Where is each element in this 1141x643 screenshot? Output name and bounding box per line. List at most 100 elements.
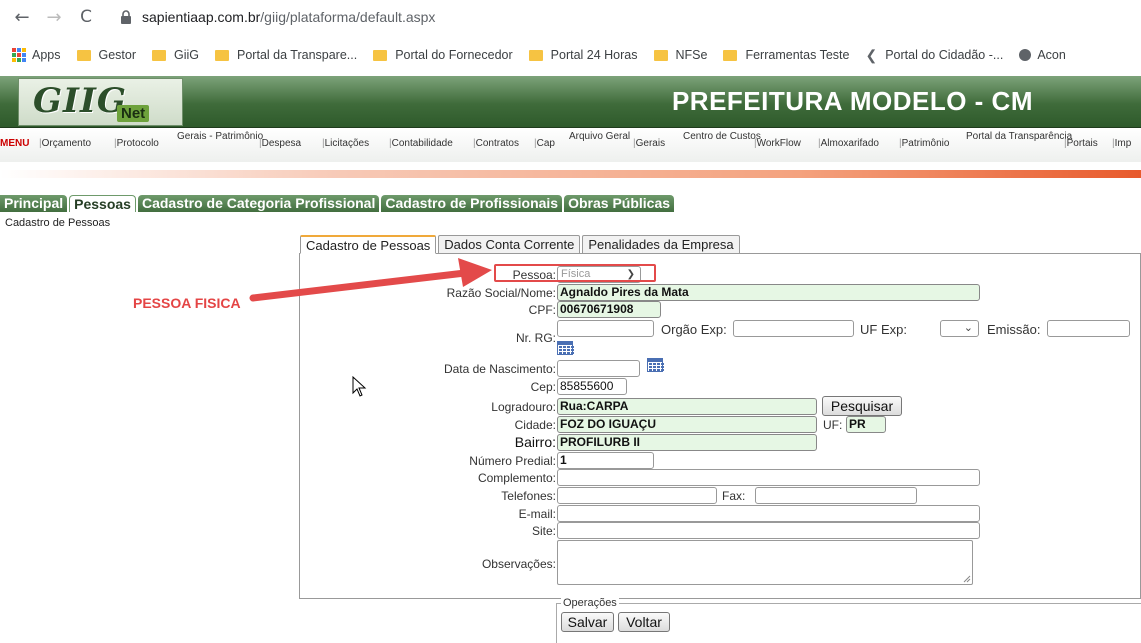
bookmark-label: Portal 24 Horas [550,48,638,62]
emissao-input[interactable] [1047,320,1130,337]
operations-legend: Operações [561,597,619,609]
menu-item-label: Patrimônio [901,138,950,149]
tab-profissionais[interactable]: Cadastro de Profissionais [381,195,563,212]
menu-item-centro-custos[interactable]: Centro de Custos [683,131,761,142]
bookmark-acon[interactable]: Acon [1019,48,1066,62]
razao-label: Razão Social/Nome: [446,286,556,300]
numero-predial-input[interactable]: 1 [557,452,654,469]
menu-item-label: Portal da Transparência [966,131,1073,142]
bairro-label: Bairro: [514,434,556,450]
browser-address-bar: ← → C sapientiaap.com.br/giig/plataforma… [0,0,1141,34]
nascimento-input[interactable] [557,360,640,377]
logradouro-input[interactable]: Rua:CARPA [557,398,817,415]
tab-pessoas[interactable]: Pessoas [69,195,136,212]
menu-item-arquivo-geral[interactable]: Arquivo Geral [569,131,630,142]
back-button[interactable]: ← [8,3,36,31]
bookmark-nfse[interactable]: NFSe [653,48,707,62]
menu-item-licitacoes[interactable]: |Licitações [322,138,369,149]
tab-dados-conta-corrente[interactable]: Dados Conta Corrente [438,235,581,254]
bookmark-portal-cidadao[interactable]: ❮ Portal do Cidadão -... [865,47,1003,64]
chevron-left-icon: ❮ [865,46,878,63]
bookmark-portal-fornecedor[interactable]: Portal do Fornecedor [373,48,513,62]
razao-social-input[interactable]: Agnaldo Pires da Mata [557,284,980,301]
giig-logo[interactable]: GIIG Net [18,78,183,126]
uf-input[interactable]: PR [846,416,886,433]
observacoes-textarea[interactable] [557,540,973,585]
menu-item-cap[interactable]: |Cap [534,138,555,149]
menu-item-workflow[interactable]: |WorkFlow [754,138,801,149]
calendar-icon[interactable] [557,341,574,355]
menu-item-gerais[interactable]: |Gerais [633,138,665,149]
pesquisar-button[interactable]: Pesquisar [822,396,902,416]
bookmark-ferramentas-teste[interactable]: Ferramentas Teste [723,48,849,62]
fax-label: Fax: [722,489,746,503]
app-header: GIIG Net PREFEITURA MODELO - CM [0,76,1141,128]
cpf-input[interactable]: 00670671908 [557,301,661,318]
annotation-highlight-box [494,264,656,282]
menu-item-contratos[interactable]: |Contratos [473,138,519,149]
resize-handle-icon[interactable] [963,575,971,583]
bookmark-gestor[interactable]: Gestor [76,48,136,62]
folder-icon [528,49,543,61]
orgao-exp-label: Orgão Exp: [661,322,727,337]
fax-input[interactable] [755,487,917,504]
bairro-input[interactable]: PROFILURB II [557,434,817,451]
save-button[interactable]: Salvar [561,612,614,632]
telefones-input[interactable] [557,487,717,504]
cpf-label: CPF: [528,303,556,317]
orgao-exp-input[interactable] [733,320,854,337]
menu-item-almoxarifado[interactable]: |Almoxarifado [818,138,879,149]
telefones-label: Telefones: [501,489,556,503]
email-input[interactable] [557,505,980,522]
reload-button[interactable]: C [72,3,100,31]
accent-divider [0,170,1141,178]
logradouro-label: Logradouro: [491,400,556,414]
chevron-down-icon: ⌄ [963,322,973,334]
email-label: E-mail: [518,507,556,521]
complemento-input[interactable] [557,469,980,486]
menu-item-label: Cap [536,138,555,149]
site-input[interactable] [557,522,980,539]
annotation-label: PESSOA FISICA [133,295,241,311]
menu-item-orcamento[interactable]: |Orçamento [39,138,91,149]
tab-principal[interactable]: Principal [0,195,68,212]
rg-input[interactable] [557,320,654,337]
calendar-icon[interactable] [647,358,664,372]
bookmark-label: GiiG [174,48,200,62]
url-field[interactable]: sapientiaap.com.br/giig/plataforma/defau… [142,9,435,25]
bookmark-portal-24-horas[interactable]: Portal 24 Horas [528,48,638,62]
bookmark-giig[interactable]: GiiG [152,48,199,62]
menu-item-contabilidade[interactable]: |Contabilidade [389,138,453,149]
tab-categoria-profissional[interactable]: Cadastro de Categoria Profissional [137,195,380,212]
url-path: /giig/plataforma/default.aspx [260,9,436,25]
uf-label: UF: [823,418,843,432]
bookmark-apps[interactable]: Apps [12,48,61,62]
folder-icon [76,49,91,61]
menu-item-protocolo[interactable]: |Protocolo [114,138,159,149]
bookmark-label: Portal da Transpare... [237,48,358,62]
menu-item-portal-transparencia[interactable]: Portal da Transparência [966,131,1072,142]
bookmark-portal-transparencia[interactable]: Portal da Transpare... [215,48,357,62]
forward-button[interactable]: → [40,3,68,31]
menu-item-imp[interactable]: |Imp [1112,138,1131,149]
menu-item-label: Despesa [261,138,302,149]
tab-obras-publicas[interactable]: Obras Públicas [564,195,675,212]
bookmark-label: Portal do Cidadão -... [885,48,1004,62]
menu-item-despesa[interactable]: |Despesa [259,138,301,149]
bookmark-label: Ferramentas Teste [745,48,850,62]
cidade-input[interactable]: FOZ DO IGUAÇU [557,416,817,433]
back-form-button[interactable]: Voltar [618,612,670,632]
menu-item-patrimonio[interactable]: |Patrimônio [899,138,949,149]
tab-cadastro-pessoas[interactable]: Cadastro de Pessoas [300,235,437,254]
logo-main-text: GIIG [33,81,127,121]
menu-item-label: Arquivo Geral [569,131,631,142]
menu-item-label: WorkFlow [756,138,801,149]
menu-item-gerais-patrimonio[interactable]: Gerais - Patrimônio [177,131,263,142]
uf-exp-label: UF Exp: [860,322,907,337]
cep-input[interactable]: 85855600 [557,378,627,395]
folder-icon [215,49,230,61]
menu-item-portais[interactable]: |Portais [1064,138,1098,149]
uf-exp-select[interactable]: ⌄ [940,320,979,337]
tab-penalidades-empresa[interactable]: Penalidades da Empresa [582,235,740,254]
cidade-label: Cidade: [514,418,556,432]
